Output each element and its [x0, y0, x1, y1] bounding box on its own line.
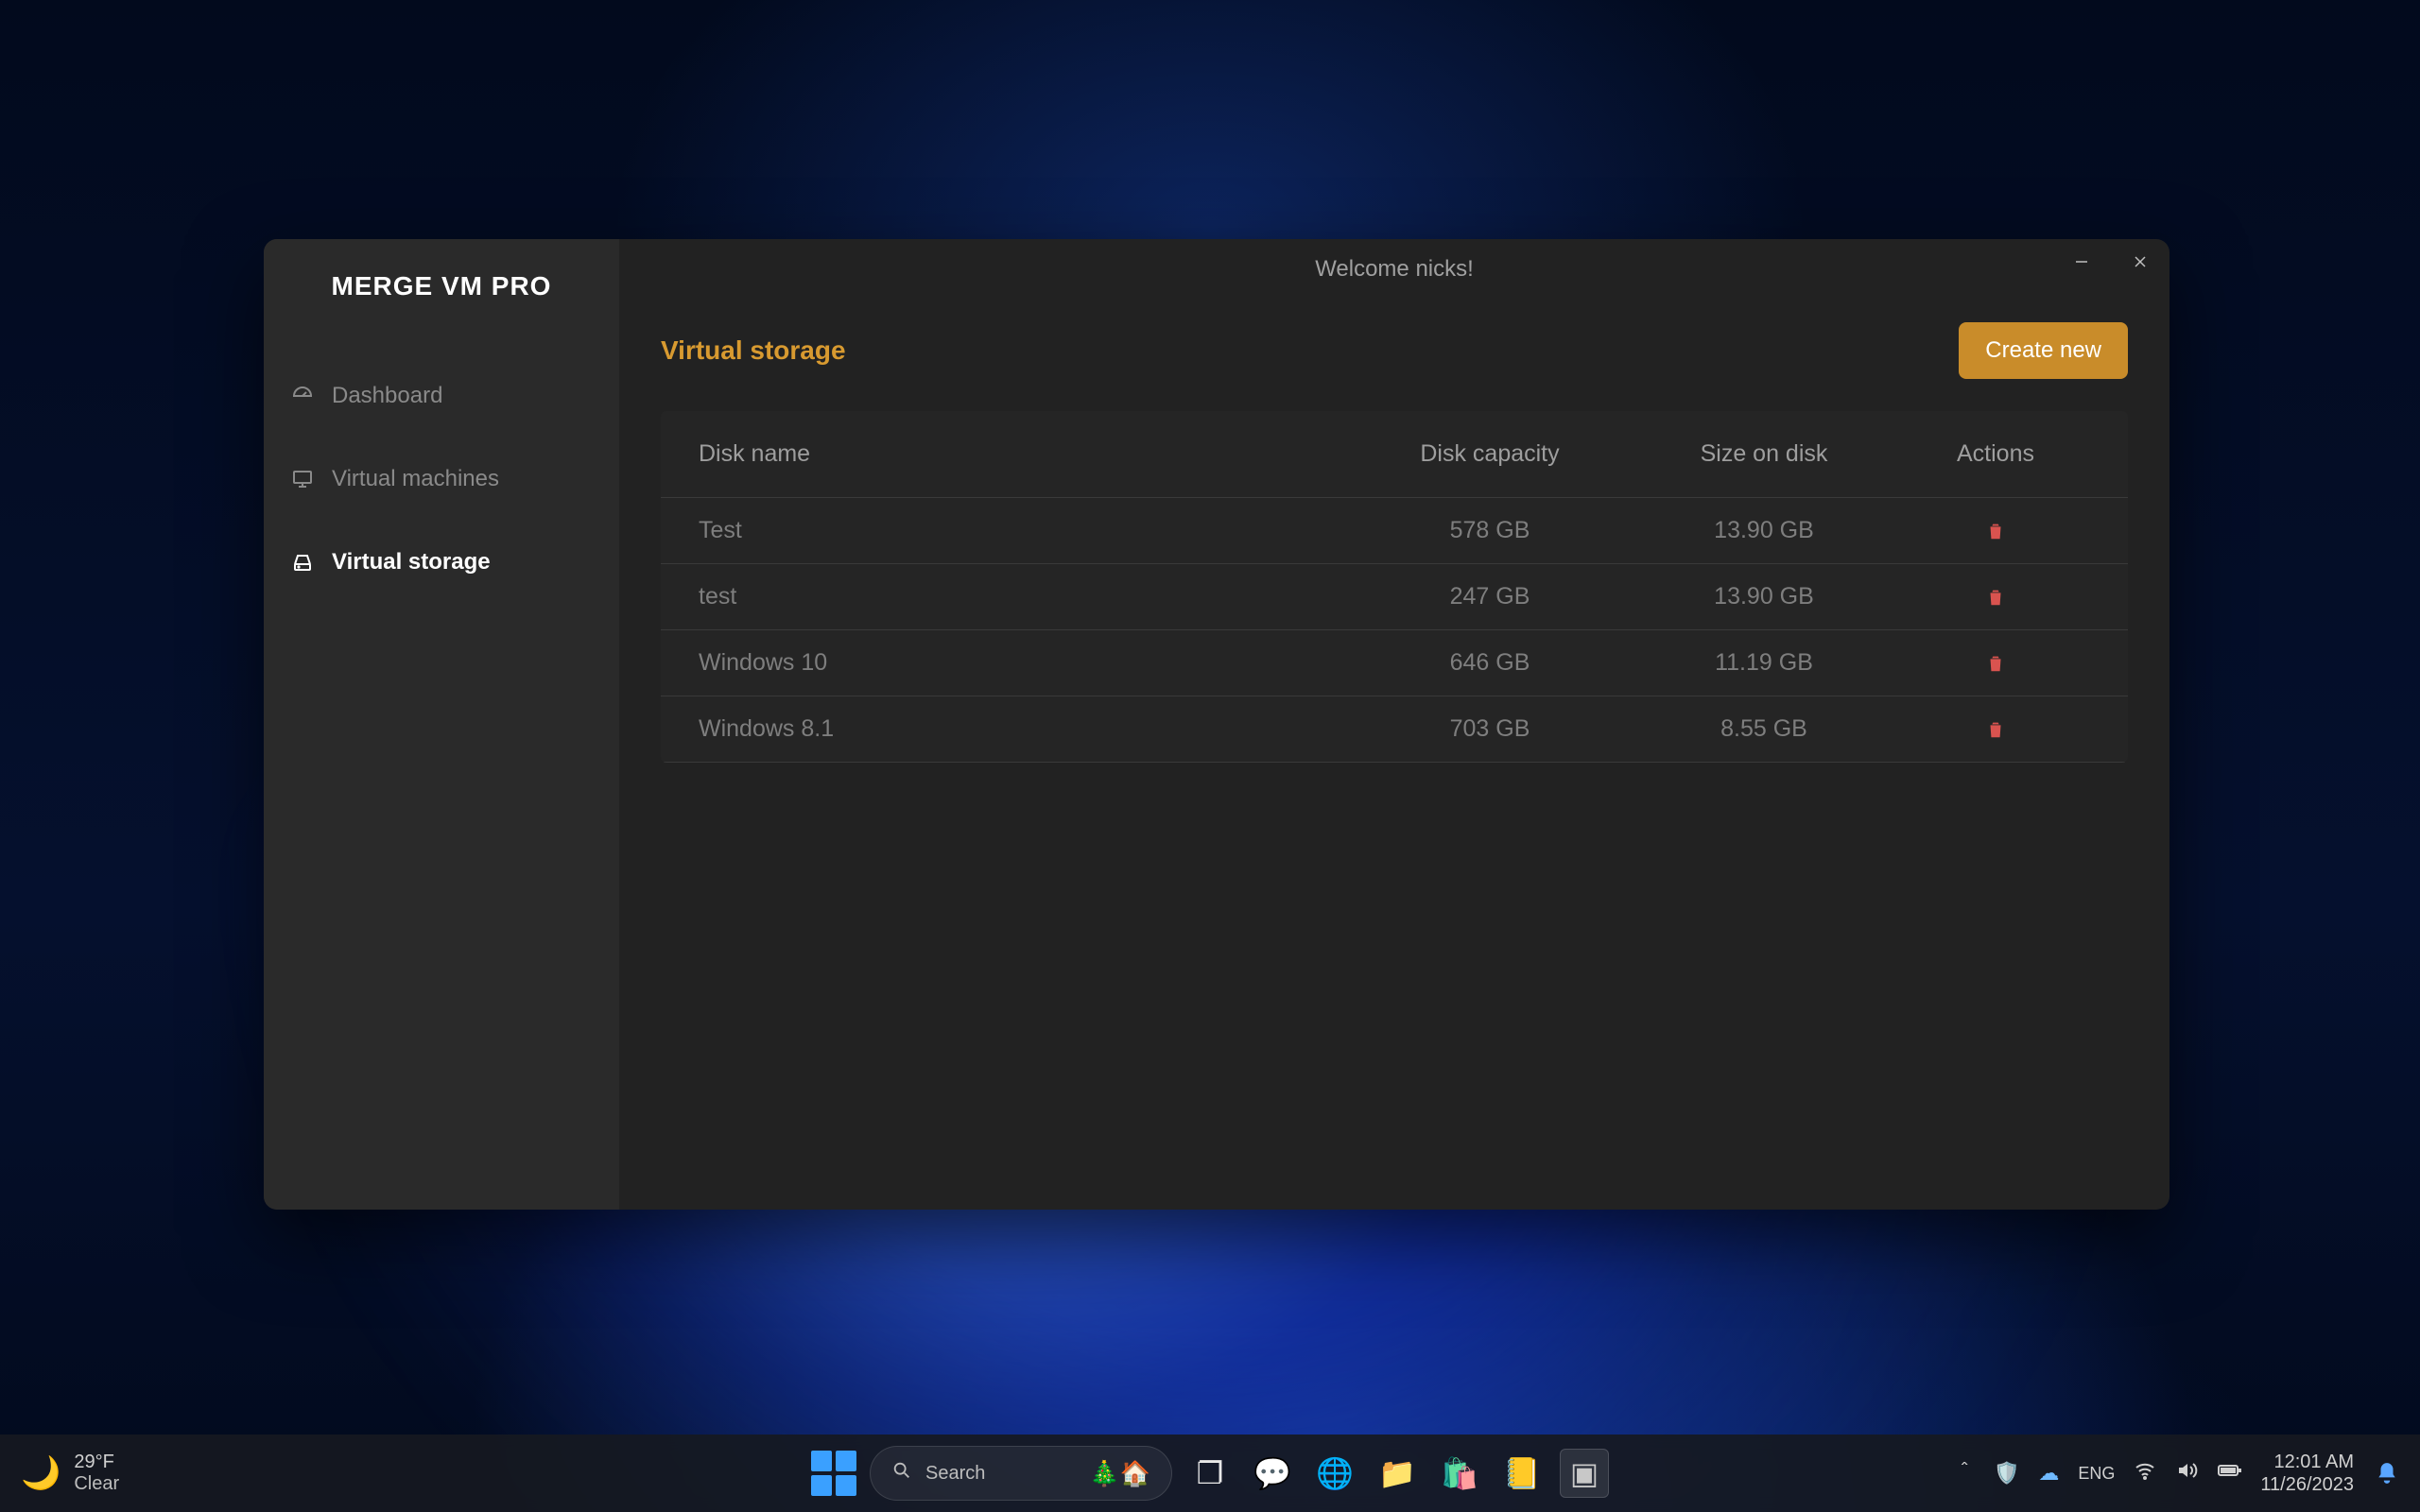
taskbar-task-view[interactable]: ❐ — [1185, 1449, 1235, 1498]
cell-size: 11.19 GB — [1627, 649, 1901, 677]
delete-button[interactable] — [1985, 520, 2006, 542]
sidebar-item-label: Virtual storage — [332, 549, 491, 576]
weather-condition: Clear — [74, 1473, 119, 1495]
taskbar-app-store[interactable]: 🛍️ — [1435, 1449, 1484, 1498]
col-actions: Actions — [1901, 440, 2090, 468]
cell-capacity: 646 GB — [1353, 649, 1627, 677]
table-row: test 247 GB 13.90 GB — [661, 564, 2128, 630]
col-disk-name: Disk name — [699, 440, 1353, 468]
tray-language-icon[interactable]: ENG — [2078, 1464, 2115, 1484]
cell-capacity: 703 GB — [1353, 715, 1627, 743]
weather-temp: 29°F — [74, 1452, 119, 1473]
tray-overflow-icon[interactable]: ＾ — [1954, 1458, 1975, 1488]
app-brand: MERGE VM PRO — [264, 271, 619, 301]
storage-table: Disk name Disk capacity Size on disk Act… — [661, 411, 2128, 763]
app-sidebar: MERGE VM PRO Dashboard Virtual machines … — [264, 239, 619, 1210]
taskbar-clock[interactable]: 12:01 AM 11/26/2023 — [2260, 1451, 2354, 1496]
taskbar-app-explorer[interactable]: 📁 — [1373, 1449, 1422, 1498]
monitor-icon — [290, 467, 315, 491]
sidebar-item-label: Virtual machines — [332, 466, 499, 492]
title-bar: Welcome nicks! — [619, 239, 2169, 300]
window-close-button[interactable] — [2111, 239, 2169, 284]
cell-name: test — [699, 583, 1353, 610]
taskbar-app-mergevm[interactable]: ▣ — [1560, 1449, 1609, 1498]
taskbar-weather[interactable]: 🌙 29°F Clear — [0, 1452, 119, 1495]
cell-name: Windows 10 — [699, 649, 1353, 677]
search-highlights-icon: 🎄🏠 — [1089, 1459, 1150, 1488]
cell-name: Windows 8.1 — [699, 715, 1353, 743]
table-row: Windows 8.1 703 GB 8.55 GB — [661, 696, 2128, 763]
page-title: Virtual storage — [661, 335, 846, 366]
table-header-row: Disk name Disk capacity Size on disk Act… — [661, 411, 2128, 498]
tray-battery-icon[interactable] — [2217, 1459, 2243, 1487]
moon-icon: 🌙 — [21, 1454, 60, 1492]
cell-capacity: 578 GB — [1353, 517, 1627, 544]
col-disk-capacity: Disk capacity — [1353, 440, 1627, 468]
taskbar-app-edge[interactable]: 🌐 — [1310, 1449, 1359, 1498]
notifications-button[interactable] — [2371, 1457, 2403, 1489]
app-window: MERGE VM PRO Dashboard Virtual machines … — [264, 239, 2169, 1210]
start-button[interactable] — [811, 1451, 856, 1496]
taskbar-search[interactable]: Search 🎄🏠 — [870, 1446, 1172, 1501]
delete-button[interactable] — [1985, 586, 2006, 609]
cell-capacity: 247 GB — [1353, 583, 1627, 610]
col-size-on-disk: Size on disk — [1627, 440, 1901, 468]
sidebar-item-virtual-machines[interactable]: Virtual machines — [264, 438, 619, 521]
welcome-text: Welcome nicks! — [1315, 256, 1474, 283]
window-minimize-button[interactable] — [2052, 239, 2111, 284]
sidebar-item-label: Dashboard — [332, 383, 442, 409]
clock-date: 11/26/2023 — [2260, 1473, 2354, 1496]
search-icon — [891, 1460, 912, 1486]
sidebar-item-virtual-storage[interactable]: Virtual storage — [264, 521, 619, 604]
delete-button[interactable] — [1985, 718, 2006, 741]
cell-size: 8.55 GB — [1627, 715, 1901, 743]
cell-size: 13.90 GB — [1627, 517, 1901, 544]
sidebar-item-dashboard[interactable]: Dashboard — [264, 354, 619, 438]
search-placeholder: Search — [925, 1463, 985, 1485]
tray-onedrive-icon[interactable]: ☁ — [2038, 1461, 2059, 1486]
create-new-button[interactable]: Create new — [1959, 322, 2128, 379]
taskbar: 🌙 29°F Clear Search 🎄🏠 ❐ 💬 🌐 📁 🛍️ 📒 ▣ ＾ … — [0, 1435, 2420, 1512]
hdd-icon — [290, 550, 315, 575]
taskbar-app-notes[interactable]: 📒 — [1497, 1449, 1547, 1498]
gauge-icon — [290, 384, 315, 408]
clock-time: 12:01 AM — [2260, 1451, 2354, 1473]
delete-button[interactable] — [1985, 652, 2006, 675]
app-main: Welcome nicks! Virtual storage Create ne… — [619, 239, 2169, 1210]
tray-volume-icon[interactable] — [2175, 1459, 2198, 1487]
tray-wifi-icon[interactable] — [2134, 1459, 2156, 1487]
cell-size: 13.90 GB — [1627, 583, 1901, 610]
table-row: Windows 10 646 GB 11.19 GB — [661, 630, 2128, 696]
tray-security-icon[interactable]: 🛡️ — [1994, 1461, 2019, 1486]
taskbar-app-teams[interactable]: 💬 — [1248, 1449, 1297, 1498]
cell-name: Test — [699, 517, 1353, 544]
table-row: Test 578 GB 13.90 GB — [661, 498, 2128, 564]
